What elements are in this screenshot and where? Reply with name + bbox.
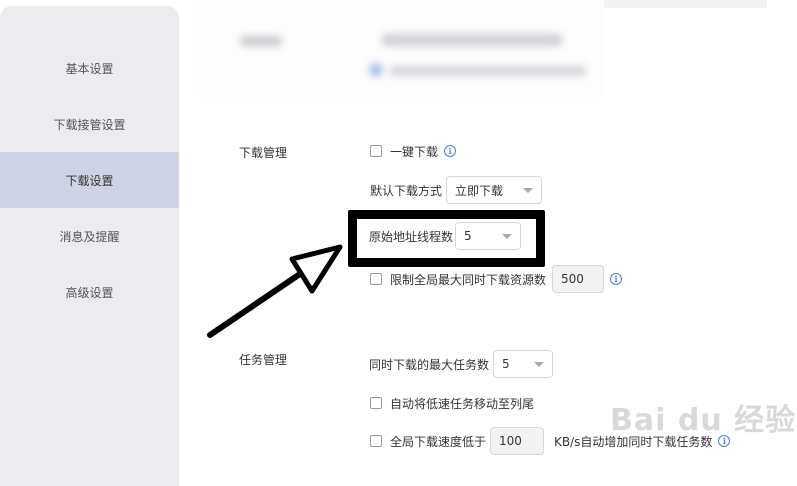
global-speed-low-value: 100 xyxy=(499,434,522,448)
max-concurrent-tasks-row: 同时下载的最大任务数 5 xyxy=(369,349,554,379)
global-speed-low-label: 全局下载速度低于 xyxy=(390,434,487,449)
chevron-down-icon xyxy=(523,187,534,193)
one-click-download-checkbox[interactable] xyxy=(370,145,382,157)
default-download-mode-label: 默认下载方式 xyxy=(370,183,443,198)
global-speed-low-checkbox[interactable] xyxy=(370,435,382,447)
limit-global-resources-label: 限制全局最大同时下载资源数 xyxy=(390,272,547,287)
blurred-text-line xyxy=(382,34,562,46)
sidebar-item-download-takeover[interactable]: 下载接管设置 xyxy=(0,96,179,152)
sidebar-item-advanced-settings[interactable]: 高级设置 xyxy=(0,264,179,320)
annotation-highlight-box xyxy=(348,210,545,267)
sidebar-item-download-settings[interactable]: 下载设置 xyxy=(0,152,179,208)
global-speed-low-input[interactable]: 100 xyxy=(490,427,545,455)
default-download-mode-value: 立即下载 xyxy=(455,183,504,198)
default-download-mode-row: 默认下载方式 立即下载 xyxy=(370,175,543,205)
baidu-watermark: Bai du 经验 xyxy=(610,403,797,438)
limit-global-resources-row: 限制全局最大同时下载资源数 500 i xyxy=(370,265,623,293)
move-slow-tasks-checkbox[interactable] xyxy=(370,397,382,409)
blurred-text-line xyxy=(390,66,586,76)
settings-sidebar: 基本设置 下载接管设置 下载设置 消息及提醒 高级设置 xyxy=(0,6,179,486)
max-concurrent-tasks-value: 5 xyxy=(502,357,510,371)
annotation-arrow xyxy=(207,244,343,338)
one-click-download-label: 一键下载 xyxy=(390,144,439,159)
default-download-mode-select[interactable]: 立即下载 xyxy=(446,176,543,204)
sidebar-item-basic-settings[interactable]: 基本设置 xyxy=(0,40,179,96)
blurred-label xyxy=(240,36,282,46)
info-icon[interactable]: i xyxy=(444,145,457,157)
chevron-down-icon xyxy=(534,361,545,367)
limit-global-resources-input[interactable]: 500 xyxy=(552,265,605,293)
download-management-label: 下载管理 xyxy=(239,146,288,160)
max-concurrent-tasks-select[interactable]: 5 xyxy=(493,350,554,378)
limit-global-resources-value: 500 xyxy=(561,272,584,286)
info-icon[interactable]: i xyxy=(610,273,623,285)
max-concurrent-tasks-label: 同时下载的最大任务数 xyxy=(369,357,490,372)
limit-global-resources-checkbox[interactable] xyxy=(370,273,382,285)
task-management-label: 任务管理 xyxy=(239,353,288,367)
blurred-checkbox xyxy=(370,64,382,76)
move-slow-tasks-label: 自动将低速任务移动至列尾 xyxy=(390,396,535,411)
sidebar-item-messages-alerts[interactable]: 消息及提醒 xyxy=(0,208,179,264)
blurred-content-card xyxy=(192,0,604,98)
one-click-download-row: 一键下载 i xyxy=(370,143,457,159)
move-slow-tasks-row: 自动将低速任务移动至列尾 xyxy=(370,395,534,411)
